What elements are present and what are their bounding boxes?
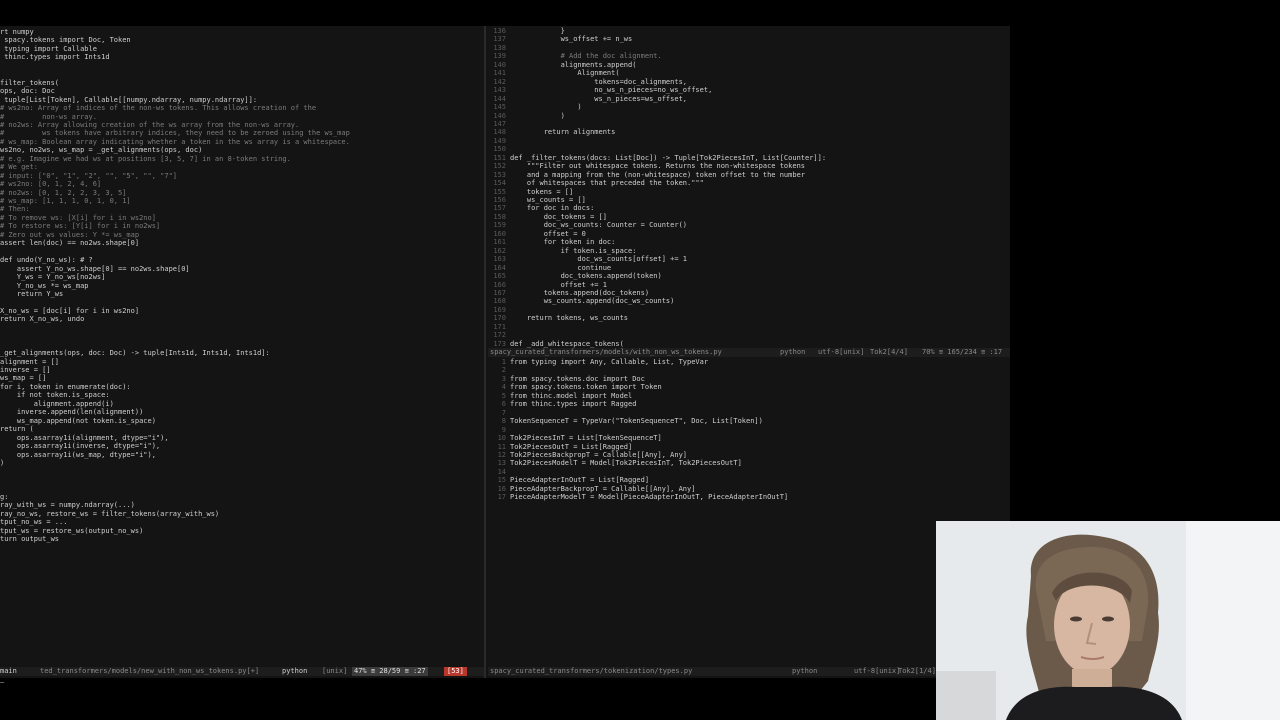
left-status-encoding: [unix] (322, 667, 348, 675)
person-video-feed-icon (936, 521, 1280, 720)
right-top-statusbar: spacy_curated_transformers/models/with_n… (488, 348, 1010, 357)
right-bottom-editor-pane[interactable]: 1 from typing import Any, Callable, List,… (488, 357, 1010, 666)
code-line: 17 PieceAdapterModelT = Model[PieceAdapte… (488, 493, 1010, 502)
code-line: 173 def _add_whitespace_tokens( (488, 340, 1010, 348)
command-line[interactable]: — (0, 678, 4, 687)
webcam-overlay (936, 521, 1280, 720)
error-count-badge: [53] (444, 667, 467, 676)
left-status-filetype: python (282, 667, 308, 675)
pane-divider[interactable] (484, 26, 486, 678)
right-top-status-encoding: utf-8[unix] (818, 348, 865, 356)
editor-screen: rt numpy spacy.tokens import Doc, Token … (0, 26, 1010, 678)
left-status-file: ted_transformers/models/new_with_non_ws_… (40, 667, 260, 675)
right-top-editor-pane[interactable]: 136 } 137 ws_offset += n_ws 138 139 # Add t… (488, 26, 1010, 348)
left-statusbar: main ted_transformers/models/new_with_no… (0, 667, 484, 676)
right-bottom-statusbar: spacy_curated_transformers/tokenization/… (488, 667, 1010, 676)
right-bottom-status-pos: Tok2[1/4] (898, 667, 936, 675)
left-status-percent: 47% ≡ 28/59 ≡ :27 (352, 667, 428, 676)
right-top-status-file: spacy_curated_transformers/models/with_n… (490, 348, 722, 356)
code-line: turn output_ws (0, 535, 484, 544)
vim-mode: main (0, 667, 17, 675)
code-text: turn output_ws (0, 535, 60, 543)
right-top-status-filetype: python (780, 348, 806, 356)
right-top-status-percent: 70% ≡ 165/234 ≡ :17 (922, 348, 1003, 356)
line-number: 173 (493, 339, 506, 348)
left-editor-pane[interactable]: rt numpy spacy.tokens import Doc, Token … (0, 26, 484, 666)
code-text: def _add_whitespace_tokens( (510, 339, 624, 348)
right-bottom-status-filetype: python (792, 667, 818, 675)
right-top-status-pos: Tok2[4/4] (870, 348, 908, 356)
code-text: PieceAdapterModelT = Model[PieceAdapterI… (510, 493, 789, 502)
line-number: 17 (497, 493, 506, 502)
right-bottom-status-encoding: utf-8[unix] (854, 667, 901, 675)
right-bottom-status-file: spacy_curated_transformers/tokenization/… (490, 667, 693, 675)
